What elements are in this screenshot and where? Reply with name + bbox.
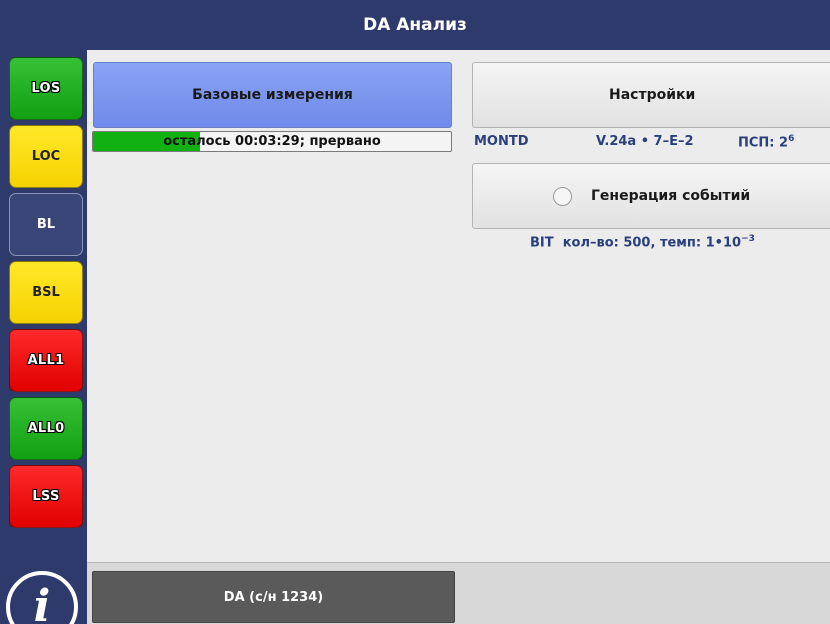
psp-text: ПСП: 2 [738,135,789,151]
indicator-bl-label: BL [36,217,56,232]
indicator-all0-label: ALL0 [27,421,65,436]
bit-info: BIT кол–во: 500, темп: 1•10−3 [530,234,755,250]
device-tab-button[interactable]: DA (с/н 1234) [92,571,455,623]
psp-label: ПСП: 26 [738,134,794,150]
indicator-bsl-label: BSL [32,285,60,300]
indicator-loc[interactable]: LOC [9,125,83,188]
indicator-all0[interactable]: ALL0 [9,397,83,460]
bit-type: BIT [530,235,554,251]
device-tab-label: DA (с/н 1234) [223,589,324,605]
indicator-lss-label: LSS [32,489,60,504]
settings-label: Настройки [609,87,696,103]
event-generation-label: Генерация событий [591,188,751,204]
window-title: DA Анализ [363,15,467,35]
protocol-label: MONTD [474,134,529,149]
indicator-bl[interactable]: BL [9,193,83,256]
bit-rate-exponent: −3 [741,234,755,244]
progress-text: осталось 00:03:29; прервано [163,134,381,149]
event-generation-radio[interactable] [553,187,572,206]
indicator-all1-label: ALL1 [27,353,65,368]
settings-button[interactable]: Настройки [472,62,830,128]
base-measurements-label: Базовые измерения [192,87,353,103]
psp-exponent: 6 [788,134,795,144]
indicator-lss[interactable]: LSS [9,465,83,528]
indicator-bsl[interactable]: BSL [9,261,83,324]
event-generation-button[interactable]: Генерация событий [472,163,830,229]
info-icon: i [33,581,51,624]
app-window: DA Анализ LOS LOC BL BSL ALL1 ALL0 LSS Б… [0,0,830,624]
indicator-loc-label: LOC [31,149,61,164]
measurement-progress: осталось 00:03:29; прервано [92,131,452,152]
title-bar: DA Анализ [0,0,830,50]
indicator-all1[interactable]: ALL1 [9,329,83,392]
indicator-los[interactable]: LOS [9,57,83,120]
sidebar: LOS LOC BL BSL ALL1 ALL0 LSS [0,50,87,624]
bit-details: кол–во: 500, темп: 1•10 [562,235,742,251]
mode-info: MONTD V.24a • 7–E–2 ПСП: 26 [472,134,830,152]
base-measurements-button[interactable]: Базовые измерения [93,62,452,128]
indicator-los-label: LOS [31,81,61,96]
interface-label: V.24a • 7–E–2 [596,134,694,149]
